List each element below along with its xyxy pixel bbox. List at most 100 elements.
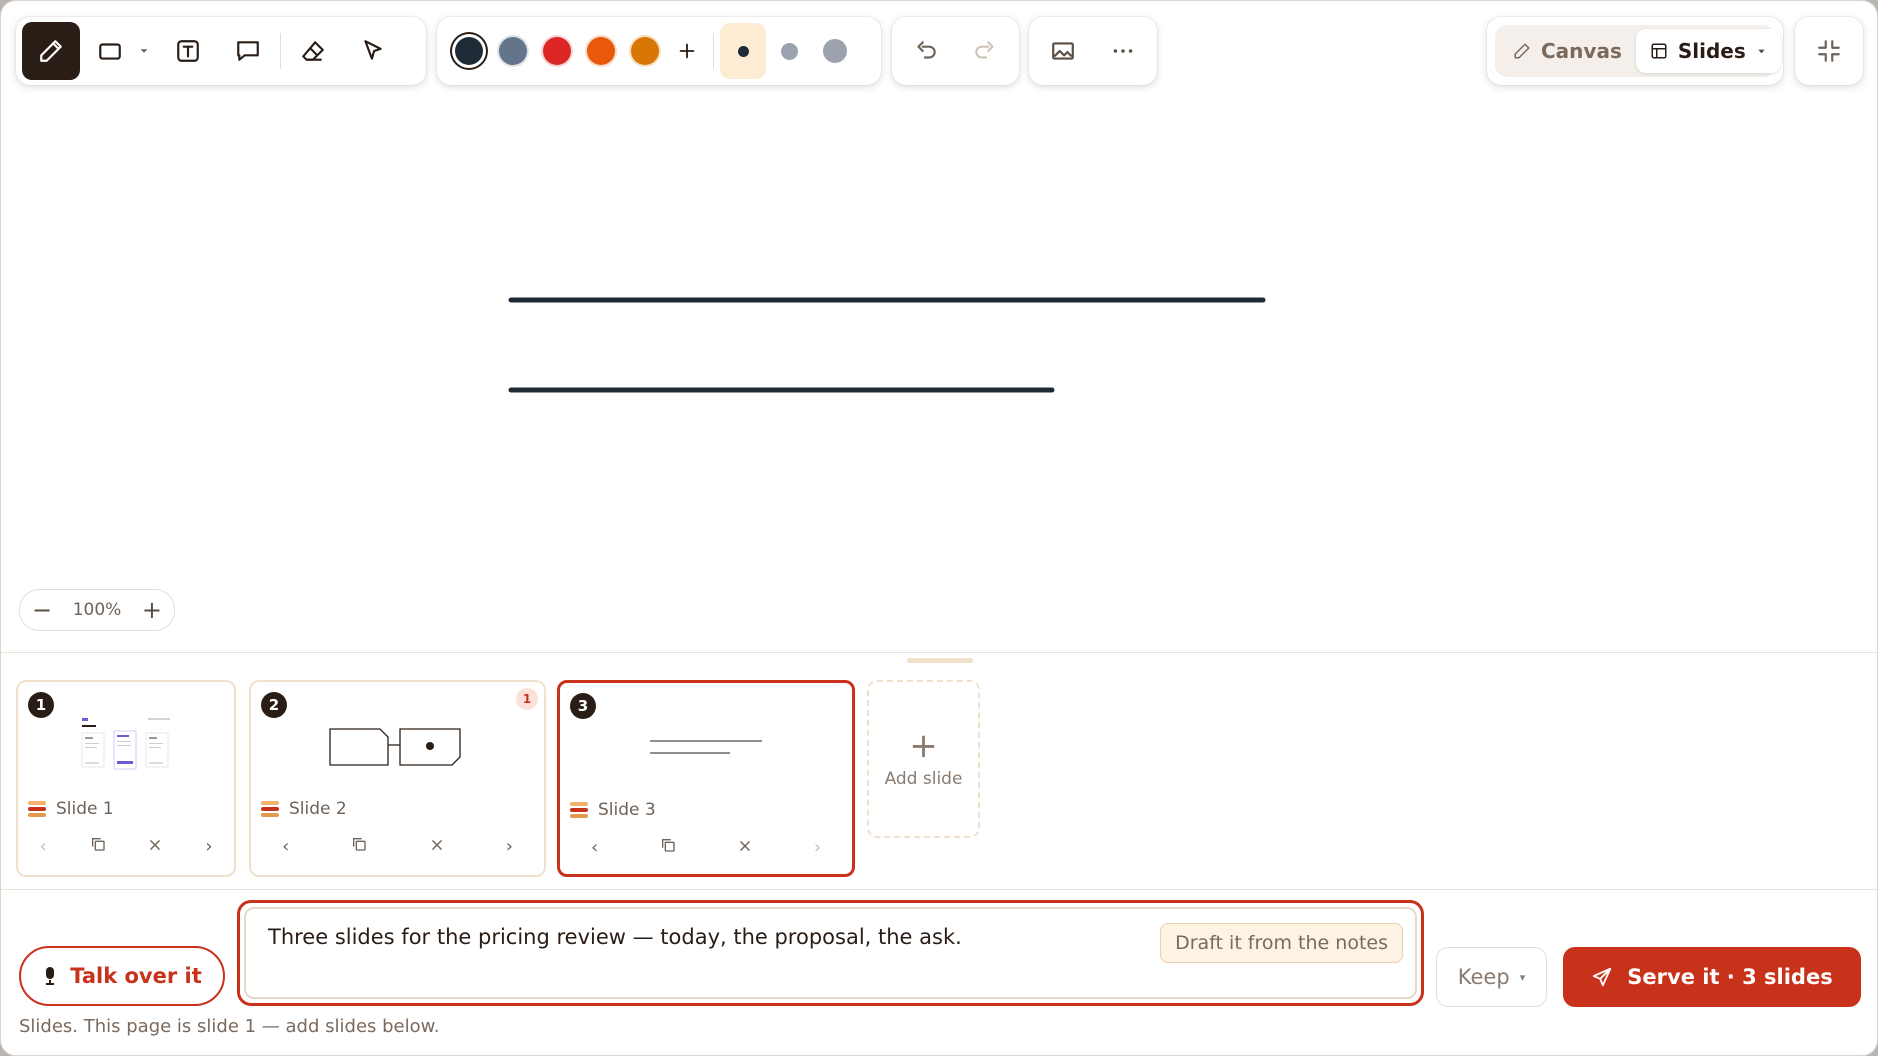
move-right-button[interactable]: › [205,836,212,857]
pencil-icon [1514,43,1530,59]
close-icon [150,840,161,850]
color-swatch-slate[interactable] [499,37,527,65]
slide-card-1[interactable]: 1 Slide 1 ‹ › [16,680,236,877]
zoom-out-button[interactable]: − [32,598,52,622]
close-icon [740,841,750,851]
color-swatch-orange[interactable] [587,37,615,65]
app-window: Canvas Slides − 100% + 1 Slide 1 ‹ › 2 1… [0,0,1878,1056]
mode-switch: Canvas Slides [1487,17,1783,85]
redo-icon [975,41,994,59]
duplicate-icon [662,839,675,852]
undo-icon [917,41,936,59]
image-icon [1052,42,1074,60]
prompt-field[interactable]: Three slides for the pricing review — to… [237,900,1424,1006]
more-icon [1113,49,1133,53]
stroke-dot-large-icon [823,39,847,63]
text-tool-button[interactable] [162,25,214,77]
duplicate-slide-button[interactable] [660,837,676,858]
mode-tab-slides[interactable]: Slides [1635,29,1781,73]
chevron-down-icon: ▾ [1519,970,1526,984]
duplicate-icon [353,838,367,851]
duplicate-slide-button[interactable] [351,836,367,857]
delete-slide-button[interactable] [738,837,752,858]
drawing-canvas[interactable] [1,81,1878,641]
zoom-in-button[interactable]: + [142,598,162,622]
collapse-panel [1795,17,1863,85]
mode-switch-track: Canvas Slides [1495,25,1781,77]
toolbar-divider [713,33,714,69]
slide-1-preview [81,718,170,770]
slide-title: Slide 1 [56,799,114,819]
serve-button[interactable]: Serve it · 3 slides [1563,947,1861,1007]
collapse-button[interactable] [1803,25,1855,77]
slide-label-row: Slide 1 [28,799,114,819]
talk-over-it-button[interactable]: Talk over it [19,946,225,1006]
chevron-down-icon [1758,49,1765,53]
undo-button[interactable] [900,25,952,77]
move-left-button[interactable]: ‹ [591,837,598,858]
slide-card-3[interactable]: 3 Slide 3 ‹ › [557,680,855,877]
insert-toolbar [1029,17,1157,85]
insert-image-button[interactable] [1037,25,1089,77]
pen-icon [40,40,62,62]
duplicate-slide-button[interactable] [90,836,106,857]
move-left-button[interactable]: ‹ [39,836,46,857]
slide-label-row: Slide 3 [570,800,656,820]
slide-label-row: Slide 2 [261,799,347,819]
stroke-size-small[interactable] [720,23,766,79]
color-swatch-navy[interactable] [455,37,483,65]
delete-slide-button[interactable] [430,836,444,857]
color-swatch-amber[interactable] [631,37,659,65]
history-toolbar [892,17,1019,85]
mode-tab-slides-label: Slides [1677,39,1746,63]
delete-slide-button[interactable] [148,836,162,857]
select-tool-button[interactable] [347,25,399,77]
duplicate-icon [91,838,105,851]
microphone-icon [46,967,55,985]
add-color-button[interactable] [667,25,707,77]
pen-tool-button[interactable] [22,22,80,80]
stroke-dot-small-icon [737,45,749,57]
burger-icon [28,801,46,817]
comment-tool-button[interactable] [222,25,274,77]
collapse-icon [1818,40,1840,62]
prompt-text: Three slides for the pricing review — to… [268,925,962,949]
stroke-size-large[interactable] [812,25,858,77]
mode-tab-canvas-label: Canvas [1541,39,1622,63]
keep-dropdown[interactable]: Keep ▾ [1436,947,1547,1007]
burger-icon [570,802,588,818]
redo-button[interactable] [959,25,1011,77]
eraser-tool-button[interactable] [287,25,339,77]
stroke-size-medium[interactable] [766,25,812,77]
shape-dropdown-button[interactable] [132,25,156,77]
draft-from-notes-button[interactable]: Draft it from the notes [1160,923,1403,963]
plus-icon [679,43,695,59]
zoom-control: − 100% + [19,589,175,631]
keep-label: Keep [1457,965,1510,989]
add-slide-button[interactable]: + Add slide [867,680,980,838]
slide-3-preview [650,740,762,754]
comment-icon [237,41,259,61]
layout-icon [1651,43,1667,59]
slide-card-2[interactable]: 2 1 Slide 2 ‹ › [249,680,546,877]
mode-tab-canvas[interactable]: Canvas [1499,29,1636,73]
eraser-icon [302,41,324,61]
burger-icon [261,801,279,817]
slide-actions: ‹ › [560,837,852,858]
color-swatch-red[interactable] [543,37,571,65]
resize-handle[interactable] [907,658,973,663]
rectangle-tool-button[interactable] [88,25,132,77]
move-right-button[interactable]: › [506,836,513,857]
prompt-input[interactable]: Three slides for the pricing review — to… [244,907,1417,999]
status-text: Slides. This page is slide 1 — add slide… [19,1016,440,1037]
toolbar-divider [280,33,281,69]
move-right-button[interactable]: › [814,837,821,858]
pointer-icon [364,40,382,60]
dropdown-caret-icon [140,49,148,53]
more-options-button[interactable] [1097,25,1149,77]
slide-actions: ‹ › [18,836,234,857]
move-left-button[interactable]: ‹ [282,836,289,857]
slide-title: Slide 3 [598,800,656,820]
slide-thumbnail [18,712,234,782]
tools-toolbar [16,17,426,85]
